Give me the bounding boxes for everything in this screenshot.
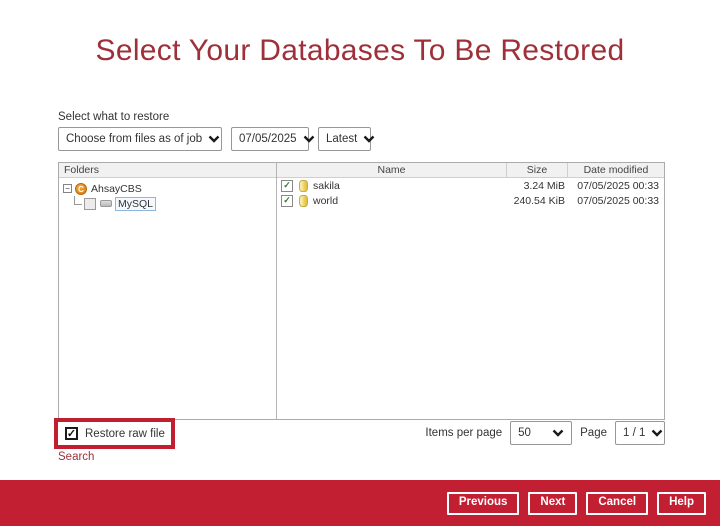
job-version-dropdown-value: Latest [326,133,358,145]
cancel-button[interactable]: Cancel [586,491,649,515]
file-date-modified: 07/05/2025 00:33 [577,194,659,207]
tree-branch-connector [74,196,82,205]
tree-node-ahsaycbs-label: AhsayCBS [91,182,142,195]
database-icon [299,194,308,207]
file-size: 3.24 MiB [523,179,565,192]
restore-wizard-screen: Select Your Databases To Be Restored Sel… [0,0,720,526]
tree-node-mysql-label[interactable]: MySQL [115,196,157,211]
pagination-bar: Items per page 50 Page 1 / 1 [425,421,665,445]
database-icon [299,179,308,192]
job-type-dropdown-value: Choose from files as of job [66,133,203,145]
file-name: world [313,194,339,207]
mysql-checkbox[interactable] [84,197,96,210]
ahsaycbs-server-icon: C [75,182,87,195]
file-size: 240.54 KiB [513,194,565,207]
tree-node-ahsaycbs[interactable]: − C AhsayCBS [59,181,276,196]
file-browser-panel: Folders − C AhsayCBS MySQL Name Size Dat… [58,162,665,420]
select-what-to-restore-label: Select what to restore [58,111,170,123]
restore-raw-file-checkbox[interactable]: ✓ [65,427,78,440]
world-checkbox[interactable]: ✓ [281,194,293,207]
search-link[interactable]: Search [58,451,94,463]
job-date-dropdown[interactable]: 07/05/2025 [231,127,314,151]
file-name-cell: ✓ world [277,194,508,207]
job-type-dropdown[interactable]: Choose from files as of job [58,127,222,151]
file-row-sakila[interactable]: ✓ sakila 3.24 MiB 07/05/2025 00:33 [277,178,664,193]
job-version-dropdown[interactable]: Latest [318,127,375,151]
folder-tree: − C AhsayCBS MySQL [59,178,276,211]
sakila-checkbox[interactable]: ✓ [281,179,293,192]
folders-pane: Folders − C AhsayCBS MySQL [59,163,277,419]
file-name: sakila [313,179,340,192]
column-header-date-modified[interactable]: Date modified [567,163,664,177]
previous-button[interactable]: Previous [446,491,520,515]
page-value: 1 / 1 [623,427,646,439]
tree-node-mysql[interactable]: MySQL [59,196,276,211]
chevron-down-icon [363,135,375,143]
file-name-cell: ✓ sakila [277,179,508,192]
file-row-world[interactable]: ✓ world 240.54 KiB 07/05/2025 00:33 [277,193,664,208]
column-header-name[interactable]: Name [277,163,506,177]
job-date-dropdown-value: 07/05/2025 [239,133,297,145]
items-per-page-dropdown[interactable]: 50 [510,421,573,445]
page-title: Select Your Databases To Be Restored [95,34,625,67]
chevron-down-icon [652,429,663,437]
chevron-down-icon [552,429,564,437]
chevron-down-icon [303,135,314,143]
file-list-pane: Name Size Date modified ✓ sakila 3.24 Mi… [277,163,664,419]
help-button[interactable]: Help [657,491,706,515]
page-dropdown[interactable]: 1 / 1 [615,421,665,445]
chevron-down-icon [208,135,220,143]
column-header-size[interactable]: Size [506,163,567,177]
file-list-header: Name Size Date modified [277,163,664,178]
restore-raw-file-label[interactable]: Restore raw file [85,428,165,440]
items-per-page-value: 50 [518,427,531,439]
collapse-expander-icon[interactable]: − [63,184,72,193]
restore-raw-file-highlight-annotation: ✓ Restore raw file [54,418,175,449]
filter-dropdown-row: Choose from files as of job 07/05/2025 L… [58,127,375,151]
wizard-footer-bar: Previous Next Cancel Help [0,480,720,526]
folders-pane-header: Folders [59,163,276,178]
database-server-icon [100,200,112,207]
page-label: Page [580,427,607,439]
file-date-modified: 07/05/2025 00:33 [577,179,659,192]
next-button[interactable]: Next [528,491,578,515]
items-per-page-label: Items per page [425,427,503,439]
